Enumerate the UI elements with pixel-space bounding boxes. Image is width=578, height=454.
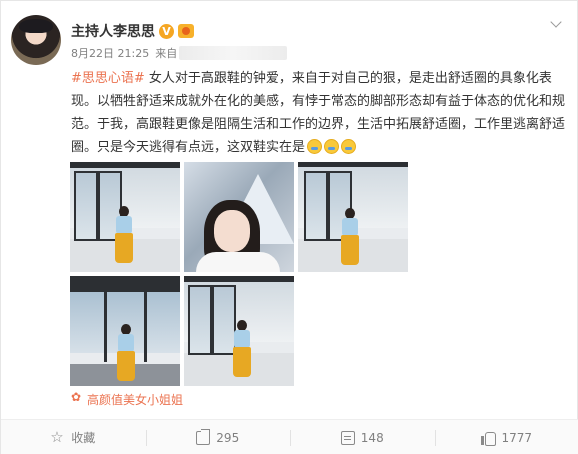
redacted-source-box bbox=[179, 46, 288, 60]
post-text: #思思心语# 女人对于高跟鞋的钟爱，来自于对自己的狠，是走出舒适圈的具象化表现。… bbox=[71, 67, 571, 159]
person-shirt bbox=[196, 252, 280, 272]
photo-window bbox=[74, 170, 99, 242]
author-row: 主持人李思思 V bbox=[71, 21, 194, 41]
crying-laughing-icon bbox=[307, 139, 323, 154]
crying-laughing-icon bbox=[341, 139, 357, 154]
share-icon bbox=[196, 428, 211, 445]
like-count: 1777 bbox=[501, 430, 533, 445]
member-level-icon[interactable] bbox=[178, 24, 194, 38]
post-timestamp[interactable]: 8月22日 21:25 bbox=[71, 45, 149, 61]
figure-top bbox=[118, 334, 134, 352]
figure-skirt bbox=[341, 235, 359, 265]
photo-mullion bbox=[144, 292, 147, 362]
comment-icon bbox=[340, 430, 355, 445]
thumbs-up-icon bbox=[481, 431, 497, 446]
flower-icon bbox=[71, 390, 83, 405]
photo-mullion bbox=[104, 292, 107, 362]
photo-beam bbox=[298, 162, 408, 167]
figure-skirt bbox=[233, 347, 251, 377]
photo-thumbnail-5[interactable] bbox=[184, 276, 294, 386]
author-name[interactable]: 主持人李思思 bbox=[71, 21, 155, 41]
avatar[interactable] bbox=[11, 15, 61, 65]
figure-top bbox=[342, 218, 358, 236]
figure-top bbox=[234, 330, 250, 348]
figure-top bbox=[116, 216, 132, 234]
weibo-post-card: 主持人李思思 V 8月22日 21:25 来自 #思思心语# 女人对于高跟鞋的钟… bbox=[0, 0, 578, 454]
avatar-hat bbox=[19, 19, 53, 33]
post-meta: 8月22日 21:25 来自 bbox=[71, 45, 288, 61]
star-icon bbox=[50, 428, 65, 446]
hashtag-link[interactable]: #思思心语# bbox=[71, 71, 145, 86]
figure-skirt bbox=[117, 351, 135, 381]
figure-skirt bbox=[115, 233, 133, 263]
favorite-label: 收藏 bbox=[71, 431, 96, 445]
crying-laughing-icon bbox=[324, 139, 340, 154]
photo-thumbnail-1[interactable] bbox=[70, 162, 180, 272]
photo-thumbnail-4[interactable] bbox=[70, 276, 180, 386]
favorite-button[interactable]: 收藏 bbox=[1, 420, 146, 454]
comment-button[interactable]: 148 bbox=[290, 420, 435, 454]
from-label: 来自 bbox=[155, 47, 178, 60]
source-label[interactable]: 高颜值美女小姐姐 bbox=[87, 391, 183, 408]
repost-count: 295 bbox=[216, 430, 240, 445]
photo-beam bbox=[184, 276, 294, 282]
photo-beam bbox=[70, 162, 180, 168]
photo-thumbnail-3[interactable] bbox=[298, 162, 408, 272]
photo-thumbnail-2[interactable] bbox=[184, 162, 294, 272]
person-figure bbox=[116, 324, 136, 384]
action-bar: 收藏 295 148 1777 bbox=[1, 419, 578, 454]
comment-count: 148 bbox=[360, 430, 384, 445]
photo-beam bbox=[70, 276, 180, 292]
photo-window bbox=[188, 284, 213, 356]
photo-window bbox=[304, 170, 329, 242]
person-figure bbox=[340, 208, 360, 268]
post-source[interactable]: 高颜值美女小姐姐 bbox=[71, 390, 183, 408]
person-figure bbox=[114, 206, 134, 266]
person-face bbox=[214, 210, 250, 252]
chevron-down-icon[interactable] bbox=[549, 17, 563, 31]
like-button[interactable]: 1777 bbox=[434, 420, 578, 454]
verified-v-icon[interactable]: V bbox=[159, 23, 174, 39]
person-figure bbox=[232, 320, 252, 380]
repost-button[interactable]: 295 bbox=[145, 420, 291, 454]
emoji-group bbox=[307, 139, 357, 154]
